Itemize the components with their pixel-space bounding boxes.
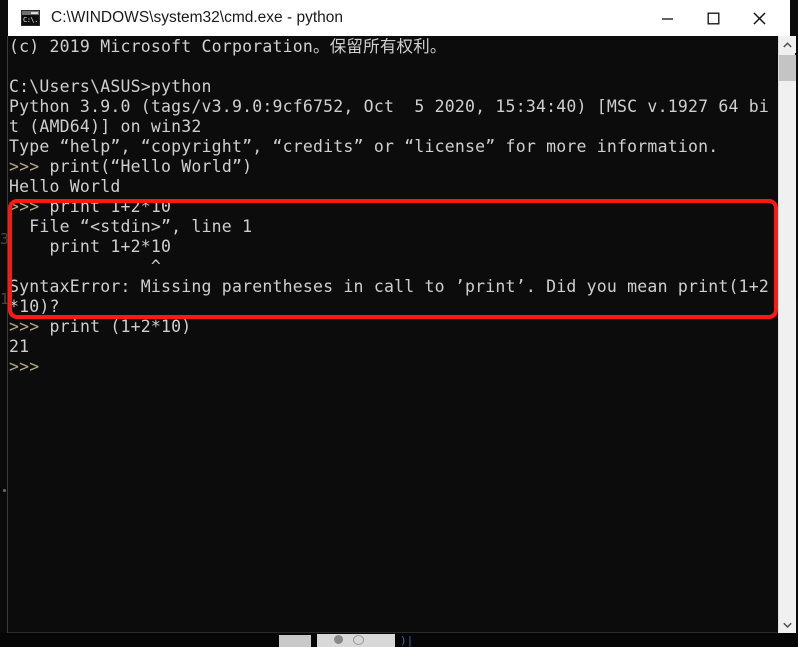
titlebar-right-pad (782, 0, 790, 36)
background-taskbar-item-1 (279, 635, 311, 647)
console-line: >>> print (1+2*10) (9, 317, 769, 337)
console-line-text: print (1+2*10) (39, 317, 192, 336)
console-line-text: *10)? (9, 297, 60, 316)
minimize-button[interactable] (644, 0, 690, 36)
scrollbar-up-button[interactable] (779, 36, 796, 53)
console-line-text: print(“Hello World”) (39, 157, 253, 176)
console-line: >>> print 1+2*10 (9, 197, 769, 217)
scrollbar-down-button[interactable] (779, 616, 796, 633)
cmd-exe-icon: C:\. (21, 10, 40, 26)
console-output-area[interactable]: (c) 2019 Microsoft Corporation。保留所有权利。 C:… (8, 36, 778, 633)
console-prompt: >>> (9, 317, 40, 336)
screen: 3 1 文 件 C:\. C:\WINDOWS\system32\cmd.exe… (0, 0, 798, 647)
console-line-text: print 1+2*10 (9, 237, 172, 256)
console-line-text: ^ (9, 257, 162, 276)
console-line: Type “help”, “copyright”, “credits” or “… (9, 137, 769, 157)
console-line-text: (c) 2019 Microsoft Corporation。保留所有权利。 (9, 37, 447, 56)
close-button[interactable] (736, 0, 782, 36)
console-scrollbar[interactable] (778, 36, 796, 633)
scrollbar-track[interactable] (779, 81, 796, 616)
console-prompt: >>> (9, 197, 40, 216)
console-line: C:\Users\ASUS>python (9, 77, 769, 97)
console-line: Python 3.9.0 (tags/v3.9.0:9cf6752, Oct 5… (9, 97, 769, 117)
background-taskbar-shape-2 (353, 635, 364, 645)
console-line: (c) 2019 Microsoft Corporation。保留所有权利。 (9, 37, 769, 57)
chevron-up-icon (783, 41, 792, 47)
console-prompt: >>> (9, 357, 40, 376)
console-line: print 1+2*10 (9, 237, 769, 257)
console-text: (c) 2019 Microsoft Corporation。保留所有权利。 C:… (9, 37, 769, 377)
cmd-icon-glyph: C:\. (22, 15, 39, 25)
console-line: SyntaxError: Missing parentheses in call… (9, 277, 769, 297)
background-taskbar-glyph: )| (400, 634, 414, 647)
minimize-icon (661, 17, 673, 20)
background-taskbar-shape-1 (334, 635, 343, 644)
console-line: ^ (9, 257, 769, 277)
console-line-text: print 1+2*10 (39, 197, 172, 216)
background-taskbar-sliver: )| (0, 633, 798, 647)
background-ghost-dot (3, 489, 6, 492)
scrollbar-thumb[interactable] (779, 55, 796, 81)
console-line: 21 (9, 337, 769, 357)
console-line: File “<stdin>”, line 1 (9, 217, 769, 237)
chevron-down-icon (783, 622, 792, 628)
console-line-text: File “<stdin>”, line 1 (9, 217, 253, 236)
maximize-icon (707, 12, 719, 24)
maximize-button[interactable] (690, 0, 736, 36)
console-line: >>> (9, 357, 769, 377)
console-line: *10)? (9, 297, 769, 317)
console-line-text: Hello World (9, 177, 121, 196)
window-titlebar[interactable]: C:\. C:\WINDOWS\system32\cmd.exe - pytho… (8, 0, 790, 36)
background-taskbar-item-2 (317, 634, 395, 647)
console-line-text: 21 (9, 337, 30, 356)
console-line-text: C:\Users\ASUS>python (9, 77, 212, 96)
close-icon (753, 12, 765, 24)
window-title: C:\WINDOWS\system32\cmd.exe - python (51, 9, 343, 26)
console-line: >>> print(“Hello World”) (9, 157, 769, 177)
console-line-text: t (AMD64)] on win32 (9, 117, 202, 136)
console-prompt: >>> (9, 157, 40, 176)
console-line-text: SyntaxError: Missing parentheses in call… (9, 277, 770, 296)
console-line: t (AMD64)] on win32 (9, 117, 769, 137)
console-line-text: Python 3.9.0 (tags/v3.9.0:9cf6752, Oct 5… (9, 97, 770, 116)
console-line: Hello World (9, 177, 769, 197)
window-controls (644, 0, 790, 36)
console-line-text: Type “help”, “copyright”, “credits” or “… (9, 137, 719, 156)
